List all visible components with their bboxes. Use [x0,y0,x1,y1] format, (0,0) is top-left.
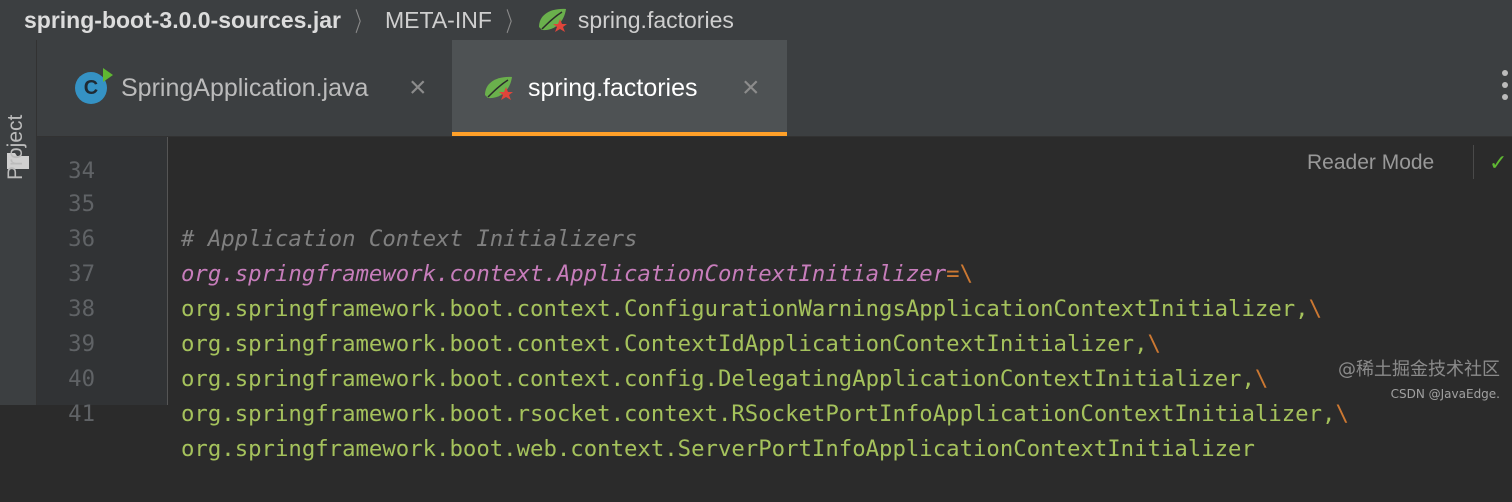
watermark-source: CSDN @JavaEdge. [1390,387,1500,401]
tab-spring-factories[interactable]: spring.factories × [452,40,787,136]
code-line: 41 org.springframework.boot.web.context.… [37,362,1255,462]
reader-mode-button[interactable]: Reader Mode [1307,151,1434,175]
code-line: 38 org.springframework.boot.context.Cont… [37,257,1161,357]
code-line: 39 org.springframework.boot.context.conf… [37,292,1268,392]
close-icon[interactable]: × [742,71,760,105]
code-line: 37 org.springframework.boot.context.Conf… [37,222,1322,322]
spring-leaf-icon [485,76,513,100]
left-tool-strip: Project [0,40,37,405]
tab-label: spring.factories [528,73,698,102]
code-line: 40 org.springframework.boot.rsocket.cont… [37,327,1349,427]
breadcrumb-jar[interactable]: spring-boot-3.0.0-sources.jar [24,7,341,34]
breadcrumb-file[interactable]: spring.factories [578,7,734,34]
watermark: @稀土掘金技术社区 [1338,359,1500,380]
code-line: 34 [37,119,95,184]
tab-spring-application[interactable]: C SpringApplication.java × [37,40,451,136]
breadcrumb-folder[interactable]: META-INF [385,7,492,34]
breadcrumb: spring-boot-3.0.0-sources.jar 〉 META-INF… [0,0,1512,40]
property-value: org.springframework.boot.context.Configu… [181,296,1309,322]
divider [1473,145,1474,179]
spring-leaf-icon [538,8,567,32]
line-continuation: \ [1147,331,1161,357]
code-comment: # Application Context Initializers [181,226,638,252]
property-value: org.springframework.boot.web.context.Ser… [181,436,1255,462]
property-key: org.springframework.context.ApplicationC… [181,261,947,287]
line-continuation: \ [959,261,974,287]
more-options-icon[interactable] [1502,70,1510,106]
breadcrumb-separator: 〉 [354,6,370,37]
code-line: 35 # Application Context Initializers [37,152,637,252]
property-value: org.springframework.boot.context.Context… [181,331,1148,357]
code-line: 36 org.springframework.context.Applicati… [37,187,973,287]
editor-tab-bar: C SpringApplication.java × spring.factor… [37,40,1512,137]
check-icon[interactable]: ✓ [1489,151,1507,176]
line-continuation: \ [1254,366,1269,392]
breadcrumb-separator: 〉 [505,6,521,37]
line-continuation: \ [1308,296,1323,322]
project-tool-button[interactable]: Project [4,115,28,180]
code-editor[interactable]: 34 35 # Application Context Initializers… [37,137,1512,462]
tab-label: SpringApplication.java [121,73,369,102]
java-class-icon: C [75,68,113,104]
close-icon[interactable]: × [409,71,427,105]
assign-operator: = [946,261,960,287]
line-number: 41 [68,401,95,427]
property-value: org.springframework.boot.context.config.… [181,366,1255,392]
